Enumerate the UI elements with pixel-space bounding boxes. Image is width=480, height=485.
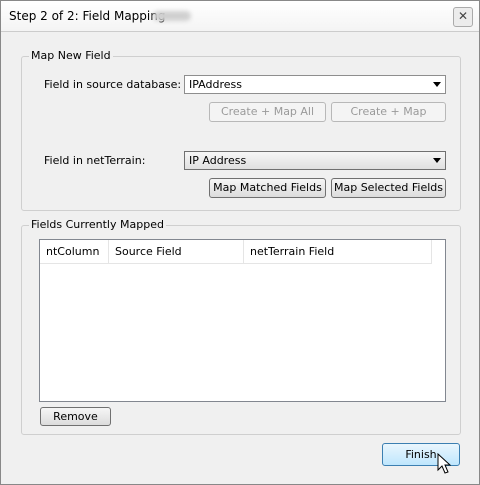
column-header-ntcolumn[interactable]: ntColumn bbox=[40, 240, 109, 263]
blurred-title-text bbox=[153, 11, 191, 21]
fields-currently-mapped-group: Fields Currently Mapped ntColumn Source … bbox=[21, 218, 461, 435]
source-field-combobox[interactable]: IPAddress bbox=[184, 75, 446, 94]
close-icon: ✕ bbox=[457, 9, 469, 23]
mouse-pointer-icon bbox=[437, 453, 451, 474]
netterrain-field-label: Field in netTerrain: bbox=[44, 154, 146, 167]
column-header-source-field[interactable]: Source Field bbox=[109, 240, 244, 263]
map-matched-fields-button[interactable]: Map Matched Fields bbox=[209, 178, 326, 198]
field-mapping-dialog: Step 2 of 2: Field Mapping ✕ Map New Fie… bbox=[0, 0, 480, 485]
netterrain-field-combobox[interactable]: IP Address bbox=[184, 151, 446, 170]
column-header-netterrain-field[interactable]: netTerrain Field bbox=[244, 240, 432, 263]
fields-mapped-legend: Fields Currently Mapped bbox=[29, 218, 166, 231]
mapped-fields-table[interactable]: ntColumn Source Field netTerrain Field bbox=[39, 239, 446, 402]
chevron-down-icon bbox=[433, 158, 441, 163]
table-header: ntColumn Source Field netTerrain Field bbox=[40, 240, 432, 264]
netterrain-field-value: IP Address bbox=[189, 154, 247, 167]
map-new-field-group: Map New Field Field in source database: … bbox=[21, 49, 461, 211]
header-scroll-spacer bbox=[431, 240, 445, 263]
create-map-all-button[interactable]: Create + Map All bbox=[209, 102, 326, 122]
window-title: Step 2 of 2: Field Mapping bbox=[9, 9, 166, 23]
source-field-value: IPAddress bbox=[189, 78, 242, 91]
source-field-label: Field in source database: bbox=[44, 78, 182, 91]
title-bar: Step 2 of 2: Field Mapping ✕ bbox=[1, 1, 479, 32]
chevron-down-icon bbox=[433, 82, 441, 87]
create-map-button[interactable]: Create + Map bbox=[331, 102, 446, 122]
map-new-field-legend: Map New Field bbox=[29, 49, 113, 62]
map-selected-fields-button[interactable]: Map Selected Fields bbox=[331, 178, 446, 198]
close-button[interactable]: ✕ bbox=[453, 7, 473, 27]
remove-button[interactable]: Remove bbox=[40, 407, 111, 426]
